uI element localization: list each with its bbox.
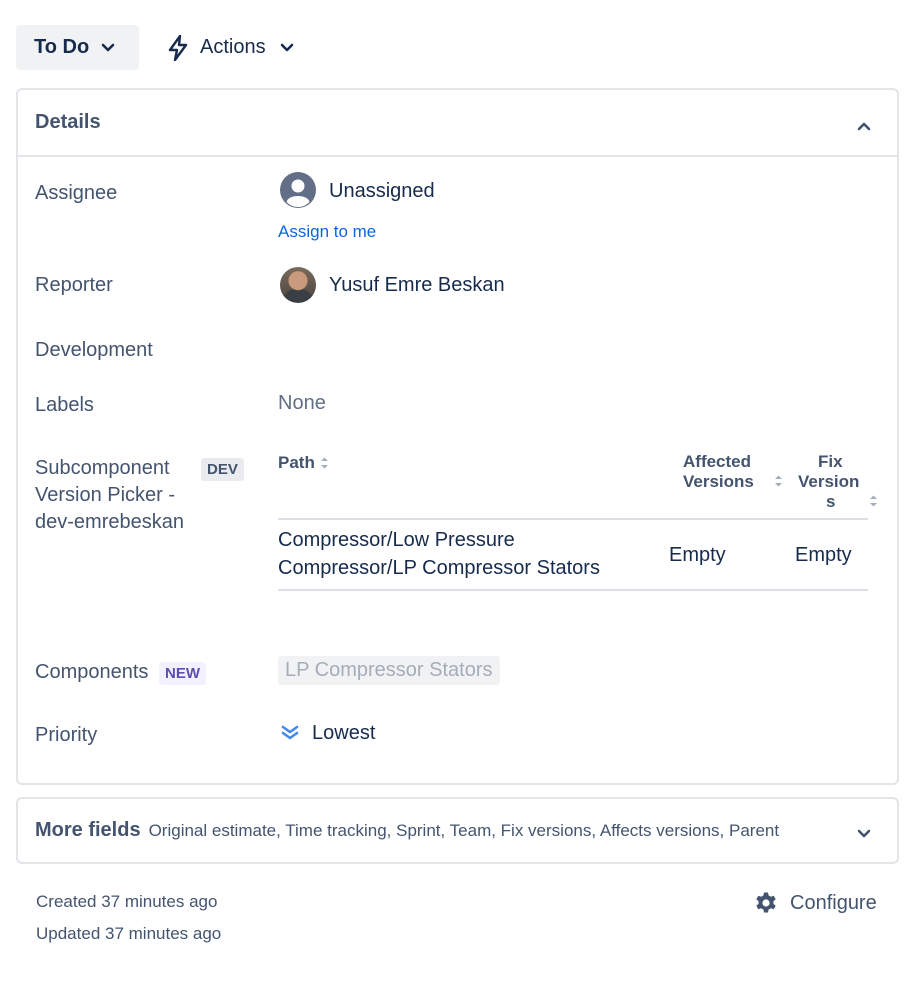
more-fields-list: Original estimate, Time tracking, Sprint… <box>148 820 780 840</box>
column-header-fix-line1[interactable]: Fix <box>818 452 843 472</box>
component-chip[interactable]: LP Compressor Stators <box>278 656 500 685</box>
created-timestamp: Created 37 minutes ago <box>36 892 218 911</box>
chevron-down-icon[interactable] <box>857 826 871 844</box>
gear-icon <box>754 891 778 915</box>
subcomponent-label-line1: Subcomponent <box>35 457 170 479</box>
assignee-value[interactable]: Unassigned <box>329 180 435 203</box>
sort-icon[interactable] <box>869 494 878 508</box>
priority-value[interactable]: Lowest <box>312 722 375 745</box>
row-path-line1: Compressor/Low Pressure <box>278 529 515 551</box>
column-header-path[interactable]: Path <box>278 453 315 473</box>
reporter-value[interactable]: Yusuf Emre Beskan <box>329 274 505 297</box>
configure-label: Configure <box>790 891 877 914</box>
unassigned-avatar-icon[interactable] <box>280 172 316 208</box>
table-divider <box>278 518 868 520</box>
actions-dropdown-button[interactable]: Actions <box>160 25 302 70</box>
chevron-down-icon <box>280 43 294 53</box>
development-label: Development <box>35 339 153 361</box>
chevron-up-icon[interactable] <box>857 114 871 137</box>
sort-icon[interactable] <box>320 456 329 470</box>
row-affected-value: Empty <box>669 544 726 566</box>
dev-badge: DEV <box>201 458 244 481</box>
sort-icon[interactable] <box>774 474 783 488</box>
column-header-fix-line3[interactable]: s <box>826 492 835 512</box>
column-header-fix-line2[interactable]: Version <box>798 472 859 492</box>
updated-timestamp: Updated 37 minutes ago <box>36 924 222 943</box>
assignee-label: Assignee <box>35 182 118 204</box>
table-divider <box>278 589 868 591</box>
priority-lowest-icon <box>280 724 300 747</box>
details-title: Details <box>35 111 101 133</box>
reporter-label: Reporter <box>35 274 113 296</box>
reporter-avatar[interactable] <box>280 267 316 303</box>
chevron-down-icon <box>101 43 115 53</box>
assign-to-me-link[interactable]: Assign to me <box>278 222 376 242</box>
components-label: Components <box>35 661 149 683</box>
details-header[interactable]: Details <box>18 90 897 157</box>
configure-button[interactable]: Configure <box>754 891 877 915</box>
more-fields-panel[interactable]: More fields Original estimate, Time trac… <box>16 797 899 864</box>
more-fields-title: More fields <box>35 819 141 841</box>
details-panel: Details Assignee Unassigned Assign to me… <box>16 88 899 785</box>
priority-label: Priority <box>35 724 98 746</box>
new-badge: NEW <box>159 662 206 685</box>
column-header-affected-line2[interactable]: Versions <box>683 472 754 492</box>
actions-label: Actions <box>200 36 266 58</box>
status-label: To Do <box>34 36 90 58</box>
column-header-affected-line1[interactable]: Affected <box>683 452 751 472</box>
row-fix-value: Empty <box>795 544 852 566</box>
status-dropdown-button[interactable]: To Do <box>16 25 139 70</box>
labels-label: Labels <box>35 394 94 416</box>
labels-value[interactable]: None <box>278 392 326 415</box>
row-path-line2: Compressor/LP Compressor Stators <box>278 557 600 579</box>
subcomponent-label-line3: dev-emrebeskan <box>35 511 184 533</box>
subcomponent-label-line2: Version Picker - <box>35 484 176 506</box>
lightning-bolt-icon <box>168 34 188 61</box>
